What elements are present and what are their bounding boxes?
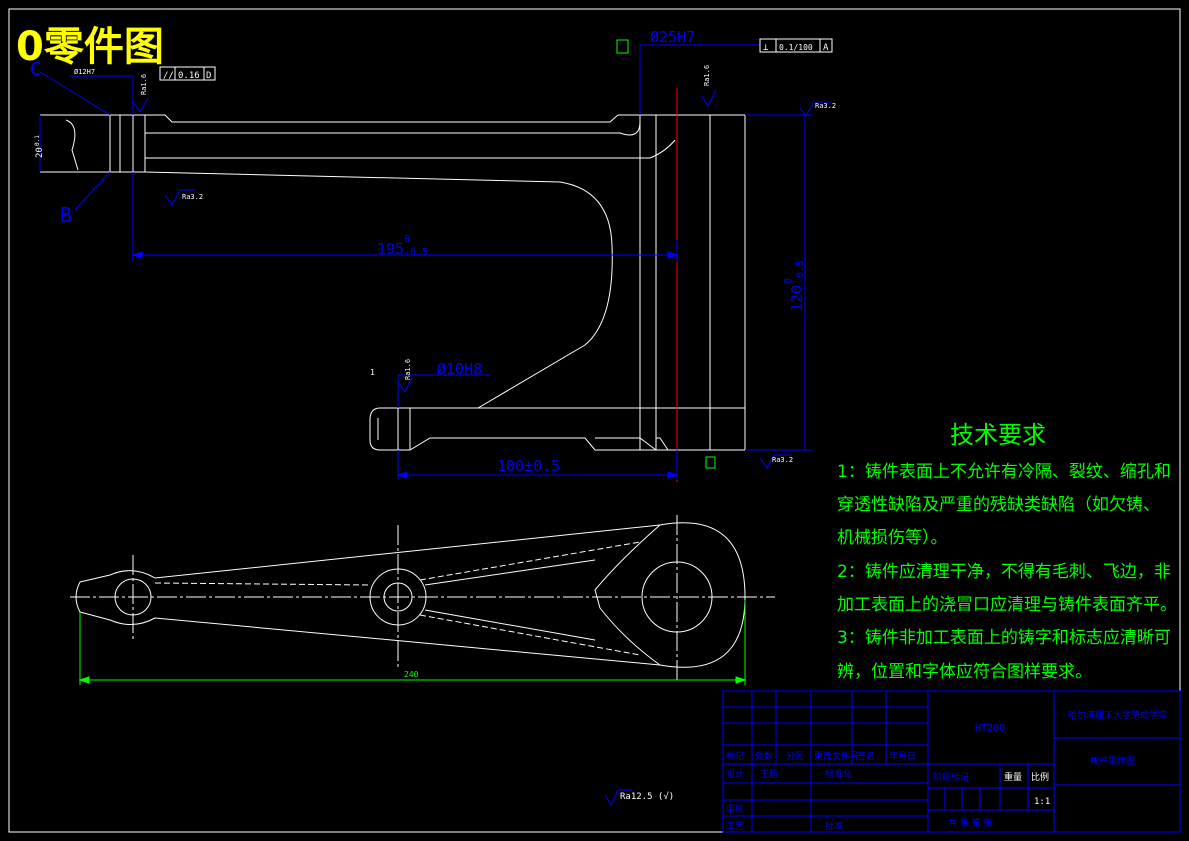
perpendicularity-tolerance: 0.1/100 xyxy=(779,43,813,52)
thickness-tolerance: 0.1 xyxy=(34,135,41,146)
height-tol-lower: -0.5 xyxy=(795,260,806,284)
title-block-text: HT200 哈尔滨理工大学荣成学院 拨杆零件图 标记 处数 分区 更改文件号 签… xyxy=(726,709,1167,832)
parallel-datum: D xyxy=(206,71,211,81)
bottom-hole-fit: Ø10H8 xyxy=(437,360,482,378)
right-roughness: Ra3.2 xyxy=(815,102,836,110)
left-hub-break xyxy=(65,119,79,171)
length-tol-upper: 0 xyxy=(404,234,410,245)
bottom-roughness: Ra1.6 xyxy=(404,359,412,380)
cad-drawing: 0零件图 // 0.16 D ⊥ 0.1/100 A C B Ø12H7 Ra1… xyxy=(8,8,1181,833)
dimension-lines xyxy=(39,44,832,807)
left-roughness: Ra1.6 xyxy=(140,74,148,95)
designer-label: 设计 xyxy=(726,768,744,780)
tech-line-4: 2：铸件应清理干净，不得有毛刺、飞边，非 xyxy=(837,562,1171,582)
sheet-count: 共 张 第 张 xyxy=(948,817,993,829)
top-view xyxy=(40,114,746,451)
header-count: 处数 xyxy=(755,750,773,762)
large-hole-fit: Ø25H7 xyxy=(650,28,695,46)
left-hub-outline xyxy=(40,114,111,173)
process-label: 工艺 xyxy=(726,821,744,832)
overall-length: 240 xyxy=(404,670,419,679)
mid-roughness: Ra1.6 xyxy=(703,65,711,86)
perpendicularity-datum: A xyxy=(823,43,829,53)
datum-c-label: C xyxy=(30,59,41,80)
approve-label: 批准 xyxy=(825,820,843,832)
tech-line-6: 3：铸件非加工表面上的铸字和标志应清晰可 xyxy=(837,628,1171,648)
lower-roughness: Ra3.2 xyxy=(182,193,203,201)
small-hole-fit: Ø12H7 xyxy=(74,68,95,76)
tech-line-3: 机械损伤等）。 xyxy=(837,528,948,548)
designer-name: 王超 xyxy=(760,768,778,780)
datum-b-label: B xyxy=(60,203,72,227)
header-docno: 更改文件号 xyxy=(814,750,859,762)
thickness-dimension: 20 xyxy=(35,147,45,158)
tech-heading: 技术要求 xyxy=(950,421,1046,449)
bottom-right-roughness: Ra3.2 xyxy=(772,456,793,464)
drawing-canvas: 0零件图 // 0.16 D ⊥ 0.1/100 A C B Ø12H7 Ra1… xyxy=(0,0,1189,841)
front-view xyxy=(75,522,746,668)
height-dimension: 120 xyxy=(788,285,806,312)
tech-line-5: 加工表面上的浇冒口应清理与铸件表面齐平。 xyxy=(837,595,1177,615)
tolerance-frames: // 0.16 D ⊥ 0.1/100 A xyxy=(159,38,833,469)
header-date: 年月日 xyxy=(889,750,916,762)
tech-line-1: 1：铸件表面上不允许有冷隔、裂纹、缩孔和 xyxy=(837,462,1171,482)
parallel-tolerance: 0.16 xyxy=(178,71,200,81)
material: HT200 xyxy=(975,723,1005,734)
header-mark: 标记 xyxy=(726,750,744,762)
stage-label: 阶段标记 xyxy=(933,771,969,783)
tech-line-2: 穿透性缺陷及严重的残缺类缺陷（如欠铸、 xyxy=(837,495,1160,515)
tech-requirements: 技术要求 1：铸件表面上不允许有冷隔、裂纹、缩孔和 穿透性缺陷及严重的残缺类缺陷… xyxy=(837,421,1177,682)
header-zone: 分区 xyxy=(786,751,804,762)
scale-value: 1:1 xyxy=(1034,797,1050,807)
tech-line-7: 辨，位置和字体应符合图样要求。 xyxy=(837,662,1092,682)
school-name: 哈尔滨理工大学荣成学院 xyxy=(1068,709,1167,721)
header-sign: 签名 xyxy=(857,750,875,762)
drawing-name: 拨杆零件图 xyxy=(1090,755,1135,767)
bottom-dimension: 100±0.5 xyxy=(497,457,560,475)
length-dimension: 195 xyxy=(377,240,404,258)
weight-label: 重量 xyxy=(1004,771,1022,783)
scale-label: 比例 xyxy=(1031,771,1049,783)
height-tol-upper: 0 xyxy=(783,278,794,284)
standard-label: 标准化 xyxy=(825,768,852,780)
front-centerlines xyxy=(70,515,775,680)
review-label: 审核 xyxy=(726,803,744,815)
general-roughness: Ra12.5 (√) xyxy=(620,791,674,802)
length-tol-lower: -0.5 xyxy=(404,247,428,258)
gap-dimension: 1 xyxy=(370,368,375,377)
svg-text://: // xyxy=(163,71,174,81)
svg-text:⊥: ⊥ xyxy=(763,43,769,53)
